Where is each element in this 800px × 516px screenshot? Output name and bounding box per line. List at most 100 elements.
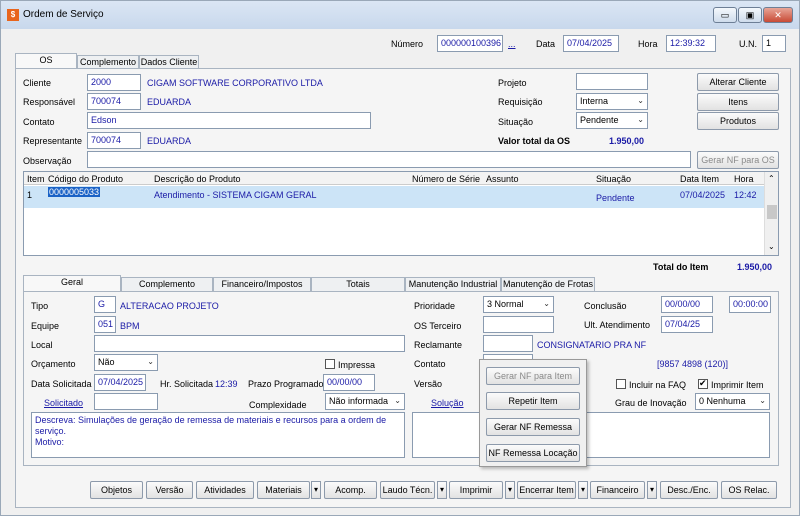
numero-field[interactable]: 000000100396 [437,35,503,52]
cell-hora: 12:42 [734,190,757,200]
cell-codigo[interactable]: 0000005033 [48,187,101,197]
solucao-textarea[interactable] [412,412,770,458]
table-row[interactable]: 1 0000005033 Atendimento - SISTEMA CIGAM… [24,186,764,208]
col-hora[interactable]: Hora [734,174,754,184]
chevron-down-icon: ⌄ [147,357,154,366]
checkbox-icon[interactable] [616,379,626,389]
un-field[interactable]: 1 [762,35,786,52]
equipe-code-field[interactable]: 051 [94,316,116,333]
financeiro-button[interactable]: Financeiro [590,481,645,499]
solicitado-link[interactable]: Solicitado [44,398,83,408]
repetir-item-button[interactable]: Repetir Item [486,392,580,410]
solicitado-field[interactable] [94,393,158,410]
gerar-nf-item-button[interactable]: Gerar NF para Item [486,367,580,385]
laudo-dropdown-icon[interactable]: ▾ [437,481,447,499]
incluir-faq-checkbox[interactable]: Incluir na FAQ [616,379,686,390]
subtab-geral[interactable]: Geral [23,275,121,291]
responsavel-label: Responsável [23,97,76,107]
col-codigo[interactable]: Código do Produto [48,174,123,184]
objetos-button[interactable]: Objetos [90,481,143,499]
grau-inovacao-value: 0 Nenhuma [699,396,746,406]
financeiro-dropdown-icon[interactable]: ▾ [647,481,657,499]
acomp-button[interactable]: Acomp. [324,481,377,499]
conclusao-date-field[interactable]: 00/00/00 [661,296,713,313]
desc-enc-button[interactable]: Desc./Enc. [660,481,718,499]
scroll-thumb[interactable] [767,205,777,219]
col-serie[interactable]: Número de Série [412,174,480,184]
chevron-up-icon[interactable]: ⌃ [768,174,775,183]
complexidade-select[interactable]: Não informada ⌄ [325,393,405,410]
complexidade-label: Complexidade [249,400,307,410]
chevron-down-icon[interactable]: ⌄ [768,242,775,251]
os-relac-button[interactable]: OS Relac. [721,481,777,499]
observacao-field[interactable] [87,151,691,168]
solucao-link[interactable]: Solução [431,398,464,408]
representante-code-field[interactable]: 700074 [87,132,141,149]
conclusao-time-field[interactable]: 00:00:00 [729,296,771,313]
projeto-field[interactable] [576,73,648,90]
numero-lookup-button[interactable]: ... [508,39,516,49]
encerrar-dropdown-icon[interactable]: ▾ [578,481,588,499]
imprimir-dropdown-icon[interactable]: ▾ [505,481,515,499]
tipo-code-field[interactable]: G [94,296,116,313]
checkmark-icon[interactable] [698,378,708,389]
gerar-nf-remessa-button[interactable]: Gerar NF Remessa [486,418,580,436]
cliente-code-field[interactable]: 2000 [87,74,141,91]
prazo-field[interactable]: 00/00/00 [323,374,375,391]
responsavel-code-field[interactable]: 700074 [87,93,141,110]
hr-solicitada-label: Hr. Solicitada [160,379,214,389]
subtab-financeiro[interactable]: Financeiro/Impostos [213,277,311,291]
encerrar-item-button[interactable]: Encerrar Item [517,481,576,499]
maximize-button[interactable]: ▣ [738,7,762,23]
materiais-button[interactable]: Materiais [257,481,310,499]
subtab-manutencao-frotas[interactable]: Manutenção de Frotas [501,277,595,291]
col-item[interactable]: Item [27,174,45,184]
ult-atendimento-field[interactable]: 07/04/25 [661,316,713,333]
grau-inovacao-select[interactable]: 0 Nenhuma ⌄ [695,393,770,410]
reclamante-field[interactable] [483,335,533,352]
contato-field[interactable]: Edson [87,112,371,129]
close-button[interactable]: ✕ [763,7,793,23]
checkbox-icon[interactable] [325,359,335,369]
tab-dados-cliente[interactable]: Dados Cliente [139,55,199,69]
prioridade-select[interactable]: 3 Normal ⌄ [483,296,554,313]
materiais-dropdown-icon[interactable]: ▾ [311,481,321,499]
chevron-down-icon: ⌄ [637,96,644,105]
subtab-totais[interactable]: Totais [311,277,405,291]
os-terceiro-field[interactable] [483,316,554,333]
tab-os[interactable]: OS [15,53,77,69]
orcamento-select[interactable]: Não ⌄ [94,354,158,371]
imprimir-item-checkbox[interactable]: Imprimir Item [698,378,764,390]
minimize-button[interactable]: ▭ [713,7,737,23]
alterar-cliente-button[interactable]: Alterar Cliente [697,73,779,91]
col-descricao[interactable]: Descrição do Produto [154,174,241,184]
col-assunto[interactable]: Assunto [486,174,519,184]
laudo-tecnico-button[interactable]: Laudo Técn. [380,481,435,499]
order-window: $ Ordem de Serviço ▭ ▣ ✕ Número 00000010… [0,0,800,516]
table-scrollbar[interactable]: ⌃ ⌄ [764,172,778,255]
subtab-complemento[interactable]: Complemento [121,277,213,291]
gerar-nf-os-button[interactable]: Gerar NF para OS [697,151,779,169]
descreva-textarea[interactable]: Descreva: Simulações de geração de remes… [31,412,405,458]
data-field[interactable]: 07/04/2025 [563,35,619,52]
data-solicitada-field[interactable]: 07/04/2025 [94,374,146,391]
itens-button[interactable]: Itens [697,93,779,111]
nf-remessa-locacao-button[interactable]: NF Remessa Locação [486,444,580,462]
situacao-select[interactable]: Pendente ⌄ [576,112,648,129]
requisicao-select[interactable]: Interna ⌄ [576,93,648,110]
hora-field[interactable]: 12:39:32 [666,35,716,52]
valor-total-label: Valor total da OS [498,136,571,146]
impressa-checkbox[interactable]: Impressa [325,359,375,370]
subtab-manutencao-industrial[interactable]: Manutenção Industrial [405,277,501,291]
imprimir-button[interactable]: Imprimir [449,481,503,499]
tab-complemento[interactable]: Complemento [77,55,139,69]
versao-button[interactable]: Versão [146,481,193,499]
prioridade-value: 3 Normal [487,299,524,309]
produtos-button[interactable]: Produtos [697,112,779,130]
grau-inovacao-label: Grau de Inovação [615,398,687,408]
atividades-button[interactable]: Atividades [196,481,254,499]
local-field[interactable] [94,335,405,352]
col-data-item[interactable]: Data Item [680,174,719,184]
col-situacao[interactable]: Situação [596,174,631,184]
contato-phone: [9857 4898 (120)] [657,359,729,369]
